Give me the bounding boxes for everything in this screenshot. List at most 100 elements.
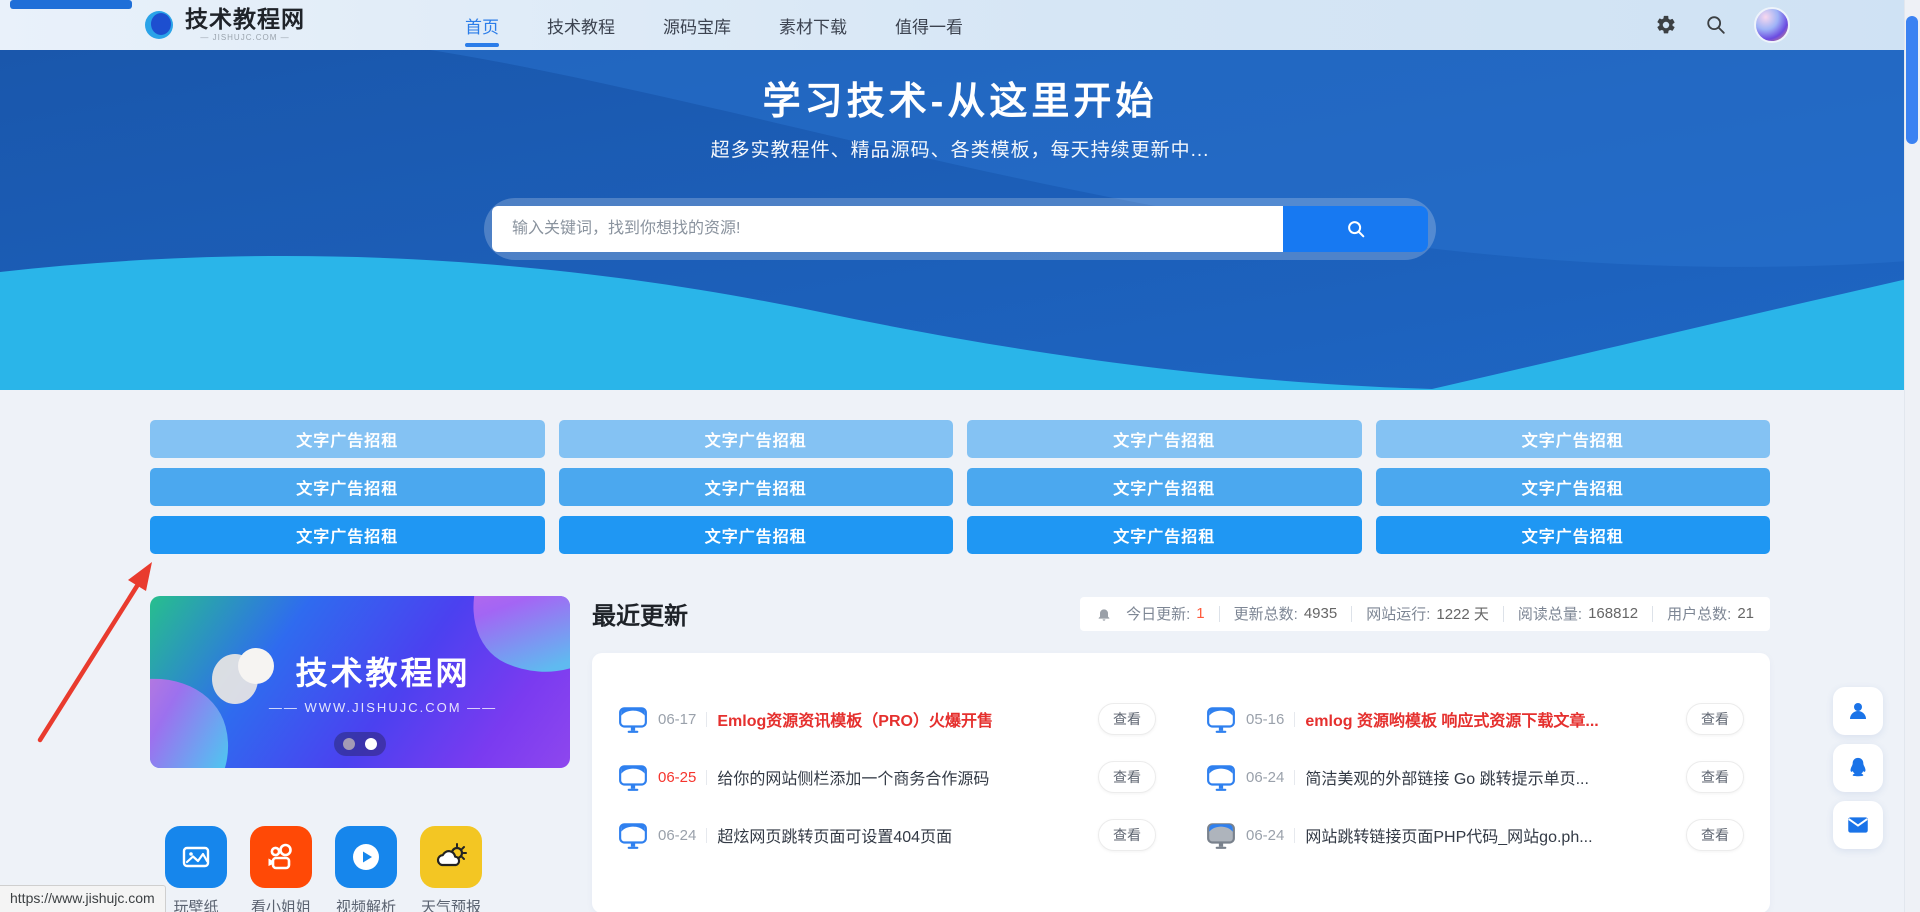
article-title[interactable]: 超炫网页跳转页面可设置404页面 [717,823,1088,847]
search-button[interactable] [1283,206,1428,252]
article-date: 06-25 [658,769,696,786]
scrollbar-thumb[interactable] [1906,16,1918,144]
weather-icon [420,826,482,888]
search-icon[interactable] [1704,13,1728,37]
nav-item-source-code[interactable]: 源码宝库 [663,0,731,50]
camera-icon [250,826,312,888]
logo-subtitle: — JISHUJC.COM — [185,34,305,42]
site-logo[interactable]: 技术教程网 — JISHUJC.COM — [145,8,305,42]
logo-title: 技术教程网 [185,8,305,31]
stat-divider [1219,606,1220,622]
article-date: 06-17 [658,711,696,728]
app-video-parser[interactable]: 视频解析 [335,826,397,912]
article-date: 06-24 [1246,827,1284,844]
hero-subtitle: 超多实教程件、精品源码、各类模板，每天持续更新中... [0,135,1920,162]
app-label: 看小姐姐 [250,896,312,912]
carousel-dots [334,732,386,756]
app-label: 玩壁纸 [165,896,227,912]
nav-item-materials[interactable]: 素材下载 [779,0,847,50]
carousel-dot-active[interactable] [365,738,377,750]
view-button[interactable]: 查看 [1686,703,1744,735]
monitor-icon [1206,762,1236,792]
article-title[interactable]: Emlog资源资讯模板（PRO）火爆开售 [717,707,1088,731]
banner-title: 技术教程网 [196,648,570,694]
nav-item-tutorials[interactable]: 技术教程 [547,0,615,50]
bell-icon [1096,606,1112,622]
ad-slot[interactable]: 文字广告招租 [150,516,545,554]
monitor-icon [1206,704,1236,734]
navbar: 技术教程网 — JISHUJC.COM — 首页 技术教程 源码宝库 素材下载 … [0,0,1920,50]
article-title[interactable]: emlog 资源哟模板 响应式资源下载文章... [1305,707,1676,731]
stat-total-users: 用户总数:21 [1667,603,1754,624]
monitor-icon [618,762,648,792]
article-title[interactable]: 简洁美观的外部链接 Go 跳转提示单页... [1305,765,1676,789]
site-stats: 今日更新:1 更新总数:4935 网站运行:1222 天 阅读总量:168812… [1080,597,1770,631]
section-title: 最近更新 [592,596,688,631]
user-float-button[interactable] [1833,687,1883,735]
view-button[interactable]: 查看 [1098,703,1156,735]
floating-toolbar [1833,687,1883,849]
qq-float-button[interactable] [1833,744,1883,792]
banner-url: —— WWW.JISHUJC.COM —— [196,700,570,715]
nav-item-worth-reading[interactable]: 值得一看 [895,0,963,50]
stat-divider [1652,606,1653,622]
ad-slot[interactable]: 文字广告招租 [1376,420,1771,458]
ad-slot[interactable]: 文字广告招租 [967,420,1362,458]
settings-gear-icon[interactable] [1654,13,1678,37]
view-button[interactable]: 查看 [1686,819,1744,851]
quick-apps: 玩壁纸 看小姐姐 视频解析 天气预报 [165,826,570,912]
ad-grid: 文字广告招租 文字广告招租 文字广告招租 文字广告招租 文字广告招租 文字广告招… [150,420,1770,554]
app-girls[interactable]: 看小姐姐 [250,826,312,912]
recent-updates-section: 最近更新 今日更新:1 更新总数:4935 网站运行:1222 天 阅读总量:1… [592,596,1770,912]
view-button[interactable]: 查看 [1098,819,1156,851]
view-button[interactable]: 查看 [1686,761,1744,793]
app-weather[interactable]: 天气预报 [420,826,482,912]
app-label: 视频解析 [335,896,397,912]
mail-icon [1845,812,1871,838]
ad-slot[interactable]: 文字广告招租 [150,420,545,458]
article-date: 06-24 [658,827,696,844]
hero-section: 学习技术-从这里开始 超多实教程件、精品源码、各类模板，每天持续更新中... [0,50,1920,390]
ad-slot[interactable]: 文字广告招租 [1376,516,1771,554]
view-button[interactable]: 查看 [1098,761,1156,793]
hero-search-bar [484,198,1436,260]
promo-banner[interactable]: 技术教程网 —— WWW.JISHUJC.COM —— [150,596,570,768]
ad-slot[interactable]: 文字广告招租 [559,516,954,554]
search-input[interactable] [492,206,1283,252]
article-title[interactable]: 网站跳转链接页面PHP代码_网站go.ph... [1305,823,1676,847]
articles-card: 06-17 Emlog资源资讯模板（PRO）火爆开售 查看 05-16 emlo… [592,653,1770,912]
nav-item-home[interactable]: 首页 [465,0,499,50]
user-avatar[interactable] [1754,7,1790,43]
ad-slot[interactable]: 文字广告招租 [967,468,1362,506]
ad-slot[interactable]: 文字广告招租 [559,420,954,458]
ad-slot[interactable]: 文字广告招租 [967,516,1362,554]
app-label: 天气预报 [420,896,482,912]
play-icon [335,826,397,888]
ad-slot[interactable]: 文字广告招租 [1376,468,1771,506]
carousel-dot[interactable] [343,738,355,750]
article-row: 06-24 简洁美观的外部链接 Go 跳转提示单页... 查看 [1206,755,1744,799]
search-button-icon [1345,218,1367,240]
monitor-icon [1206,820,1236,850]
app-wallpaper[interactable]: 玩壁纸 [165,826,227,912]
ad-slot[interactable]: 文字广告招租 [559,468,954,506]
mail-float-button[interactable] [1833,801,1883,849]
stat-today: 今日更新:1 [1126,603,1205,624]
article-date: 05-16 [1246,711,1284,728]
stat-divider [1503,606,1504,622]
article-row: 06-24 超炫网页跳转页面可设置404页面 查看 [618,813,1156,857]
picture-icon [165,826,227,888]
stat-total-updates: 更新总数:4935 [1234,603,1338,624]
ad-slot[interactable]: 文字广告招租 [150,468,545,506]
stat-total-reads: 阅读总量:168812 [1518,603,1638,624]
browser-tab-fragment [10,0,132,9]
monitor-icon [618,820,648,850]
stat-divider [1351,606,1352,622]
article-row: 06-24 网站跳转链接页面PHP代码_网站go.ph... 查看 [1206,813,1744,857]
main-nav: 首页 技术教程 源码宝库 素材下载 值得一看 [465,0,963,50]
article-row: 05-16 emlog 资源哟模板 响应式资源下载文章... 查看 [1206,697,1744,741]
qq-penguin-icon [1845,755,1871,781]
article-title[interactable]: 给你的网站侧栏添加一个商务合作源码 [717,765,1088,789]
sidebar: 技术教程网 —— WWW.JISHUJC.COM —— 玩壁纸 看小姐姐 [150,596,570,912]
logo-icon [145,9,177,41]
